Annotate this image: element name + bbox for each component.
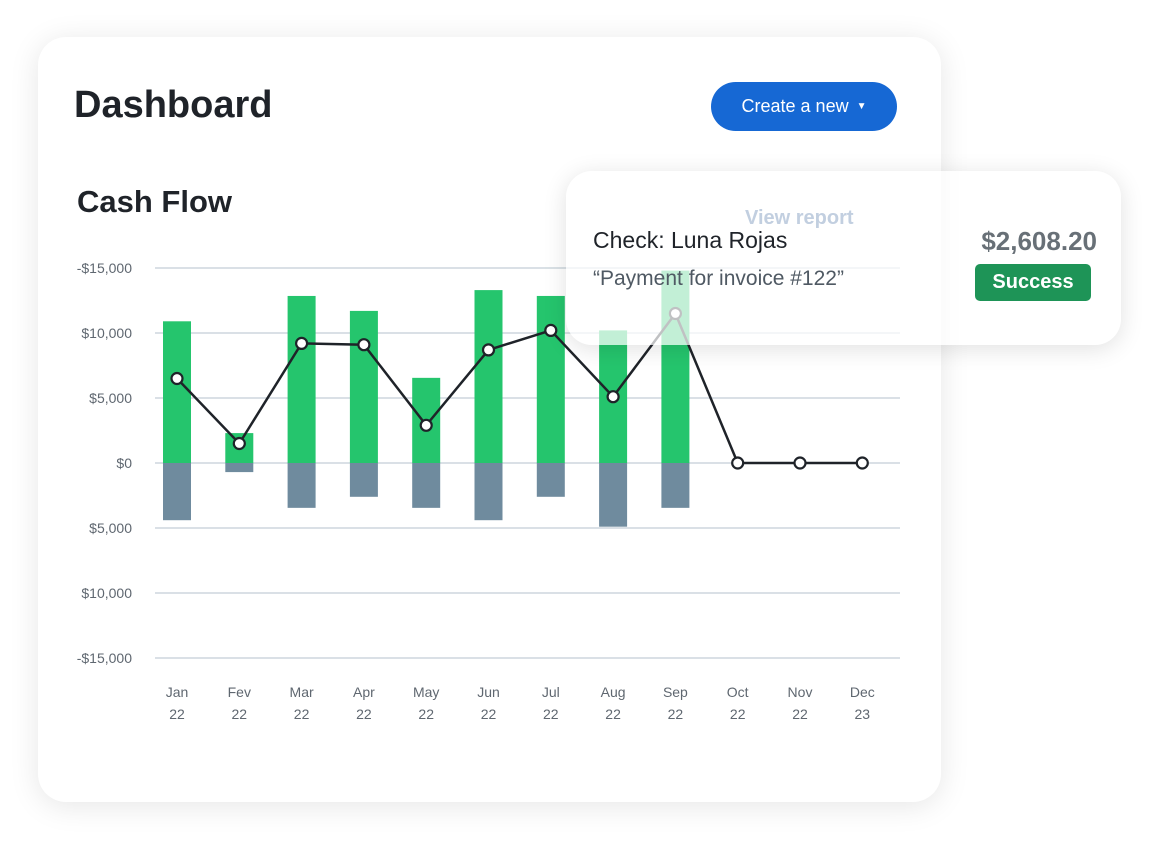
x-tick-label: Dec 23 xyxy=(850,684,875,722)
x-tick-label: Oct 22 xyxy=(727,684,749,722)
y-tick-label: $0 xyxy=(116,455,132,471)
view-report-link[interactable]: View report xyxy=(745,207,854,230)
net-point xyxy=(793,456,807,470)
x-tick-label: Jun 22 xyxy=(477,684,500,722)
cash-flow-chart: -$15,000 $10,000 $5,000 $0 $5,000 $10,000 -$15… xyxy=(77,260,900,722)
net-point xyxy=(481,343,496,357)
y-tick-label: $10,000 xyxy=(81,585,132,601)
net-point xyxy=(855,456,869,470)
inflow-bar xyxy=(536,295,565,463)
net-point xyxy=(419,418,433,432)
x-tick-label: Mar 22 xyxy=(290,684,314,722)
transaction-memo: “Payment for invoice #122” xyxy=(593,267,844,290)
x-tick-label: May 22 xyxy=(413,684,439,722)
inflow-bar xyxy=(287,295,316,463)
outflow-bar xyxy=(536,463,565,497)
net-point xyxy=(606,390,620,404)
net-point xyxy=(170,371,184,386)
transaction-amount: $2,608.20 xyxy=(981,226,1097,256)
status-badge: Success xyxy=(975,264,1091,301)
y-tick-label: $5,000 xyxy=(89,390,132,406)
x-tick-label: Fev 22 xyxy=(228,684,251,722)
transaction-name: Check: Luna Rojas xyxy=(593,227,788,253)
x-tick-label: Apr 22 xyxy=(353,684,375,722)
net-point xyxy=(731,456,745,470)
net-point xyxy=(544,323,558,337)
x-tick-label: Sep 22 xyxy=(663,684,688,722)
transaction-popup[interactable]: Check: Luna Rojas “Payment for invoice #… xyxy=(566,171,1121,345)
outflow-bar xyxy=(349,463,378,497)
x-tick-label: Nov 22 xyxy=(788,684,813,722)
x-tick-label: Jan 22 xyxy=(166,684,189,722)
y-tick-label: -$15,000 xyxy=(77,650,132,666)
net-point xyxy=(232,436,246,451)
outflow-bar xyxy=(599,463,628,527)
outflow-bar xyxy=(661,463,690,508)
outflow-bar xyxy=(412,463,441,508)
y-tick-label: $5,000 xyxy=(89,520,132,536)
outflow-bar xyxy=(225,463,254,473)
inflow-bar xyxy=(163,321,191,463)
net-point xyxy=(357,338,371,352)
x-tick-label: Jul 22 xyxy=(542,684,560,722)
y-tick-label: $10,000 xyxy=(81,325,132,341)
x-tick-label: Aug 22 xyxy=(601,684,626,722)
y-tick-label: -$15,000 xyxy=(77,260,132,276)
outflow-bar xyxy=(163,463,191,521)
outflow-bar xyxy=(287,463,316,508)
outflow-bar xyxy=(474,463,503,521)
inflow-bar xyxy=(474,290,503,463)
net-point xyxy=(295,336,309,350)
inflow-bar xyxy=(349,310,378,463)
